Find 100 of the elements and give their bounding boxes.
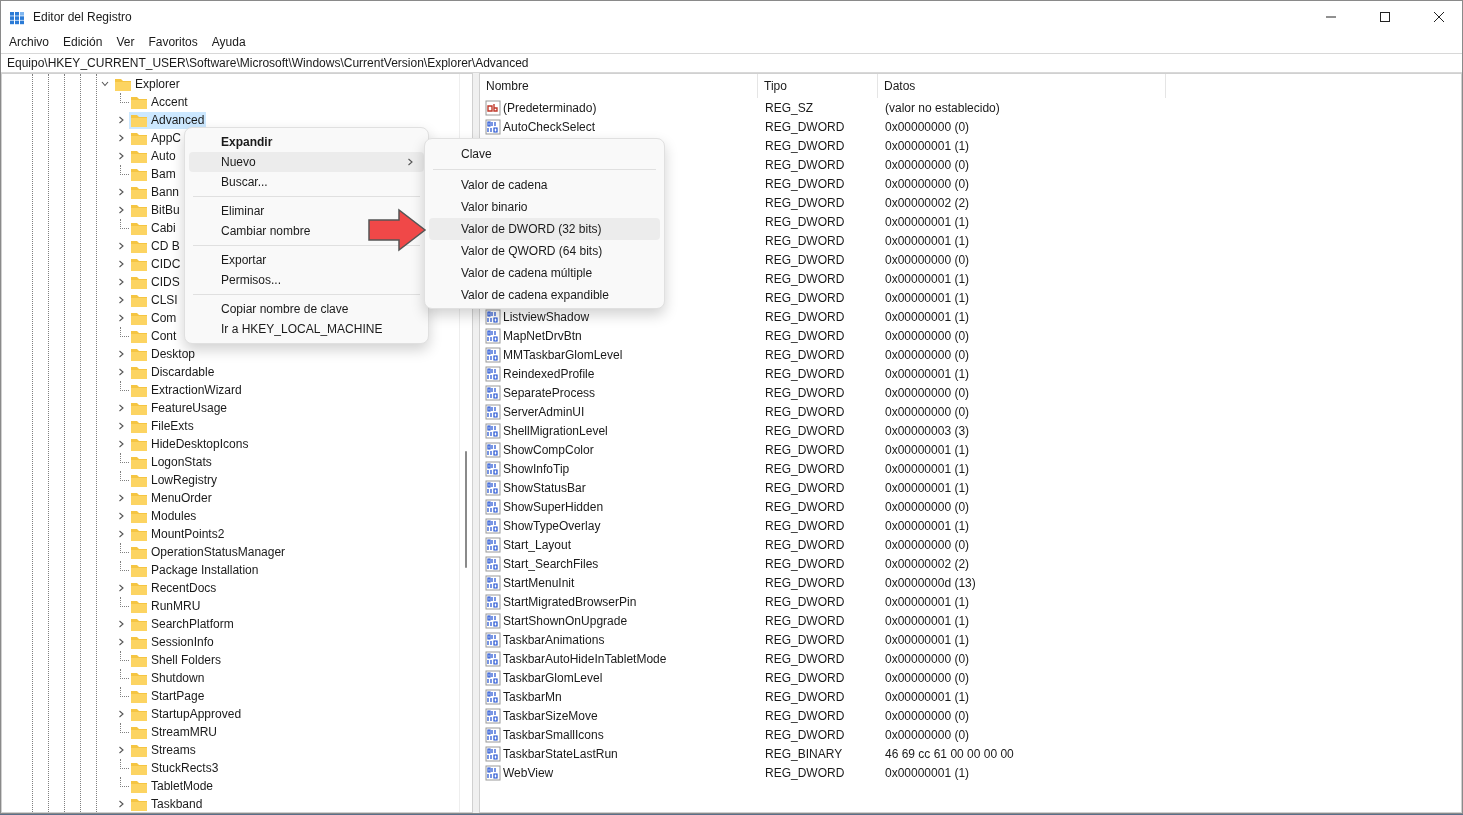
tree-item[interactable]: HideDesktopIcons [129, 435, 251, 453]
chevron-icon[interactable] [117, 746, 125, 754]
chevron-icon[interactable] [117, 134, 125, 142]
chevron-icon[interactable] [117, 710, 125, 718]
tree-item[interactable]: BitBu [129, 201, 182, 219]
tree-item[interactable]: CD B [129, 237, 182, 255]
menu-item[interactable]: Nuevo [189, 152, 424, 172]
tree-item[interactable]: CIDS [129, 273, 182, 291]
menu-item[interactable]: Permisos... [189, 270, 291, 290]
tree-item[interactable]: CLSI [129, 291, 180, 309]
tree-item[interactable]: LowRegistry [129, 471, 220, 489]
chevron-icon[interactable] [117, 800, 125, 808]
tree-item[interactable]: Explorer [113, 75, 182, 93]
folder-icon [131, 545, 147, 559]
folder-icon [131, 383, 147, 397]
chevron-icon[interactable] [117, 440, 125, 448]
value-name: Start_SearchFiles [503, 556, 599, 571]
menu-bar-item[interactable]: Archivo [9, 34, 49, 49]
tree-item[interactable]: SessionInfo [129, 633, 216, 651]
chevron-icon[interactable] [117, 314, 125, 322]
tree-item[interactable]: Shell Folders [129, 651, 224, 669]
chevron-icon[interactable] [117, 116, 125, 124]
tree-item[interactable]: StartupApproved [129, 705, 244, 723]
chevron-icon[interactable] [117, 296, 125, 304]
tree-item[interactable]: Package Installation [129, 561, 261, 579]
tree-item[interactable]: Cont [129, 327, 179, 345]
tree-item[interactable]: AppC [129, 129, 184, 147]
binary-value-icon [485, 384, 501, 401]
chevron-icon[interactable] [117, 368, 125, 376]
menu-item[interactable]: Clave [429, 143, 502, 165]
tree-item[interactable]: Streams [129, 741, 198, 759]
tree-item[interactable]: CIDC [129, 255, 183, 273]
menu-item[interactable]: Cambiar nombre [189, 221, 321, 241]
menu-item[interactable]: Valor de DWORD (32 bits) [429, 218, 660, 240]
menu-item[interactable]: Copiar nombre de clave [189, 299, 359, 319]
tree-item[interactable]: Advanced [129, 111, 207, 129]
tree-item[interactable]: SearchPlatform [129, 615, 236, 633]
chevron-icon[interactable] [117, 278, 125, 286]
tree-item[interactable]: Com [129, 309, 179, 327]
menu-item[interactable]: Eliminar [189, 201, 275, 221]
tree-item[interactable]: MenuOrder [129, 489, 214, 507]
menu-item[interactable]: Valor de cadena expandible [429, 284, 619, 306]
menu-bar-item[interactable]: Ver [116, 34, 135, 49]
tree-item[interactable]: StartPage [129, 687, 207, 705]
menu-item[interactable]: Valor de cadena [429, 174, 558, 196]
chevron-icon[interactable] [117, 512, 125, 520]
address-bar[interactable]: Equipo\HKEY_CURRENT_USER\Software\Microsoft\Windows\CurrentVersion\Explorer\Advanced [1, 53, 1462, 73]
tree-item[interactable]: Shutdown [129, 669, 207, 687]
tree-item[interactable]: Discardable [129, 363, 217, 381]
chevron-icon[interactable] [117, 584, 125, 592]
value-type: REG_DWORD [764, 727, 846, 742]
column-header[interactable]: Nombre [480, 74, 758, 98]
folder-icon [131, 203, 147, 217]
tree-item[interactable]: Accent [129, 93, 190, 111]
menu-bar-item[interactable]: Favoritos [148, 34, 198, 49]
column-header[interactable]: Tipo [758, 74, 878, 98]
tree-item[interactable]: FeatureUsage [129, 399, 230, 417]
chevron-icon[interactable] [117, 350, 125, 358]
menu-bar-item[interactable]: Edición [63, 34, 103, 49]
menu-item[interactable]: Exportar [189, 250, 277, 270]
tree-item[interactable]: Bam [129, 165, 178, 183]
chevron-icon[interactable] [117, 404, 125, 412]
tree-item[interactable]: MountPoints2 [129, 525, 227, 543]
menu-item[interactable]: Expandir [189, 132, 283, 152]
menu-item[interactable]: Valor binario [429, 196, 538, 218]
menu-item[interactable]: Valor de cadena múltiple [429, 262, 603, 284]
tree-item[interactable]: RecentDocs [129, 579, 219, 597]
menu-item[interactable]: Ir a HKEY_LOCAL_MACHINE [189, 319, 393, 339]
chevron-icon[interactable] [101, 80, 109, 88]
tree-item[interactable]: Auto [129, 147, 178, 165]
tree-item[interactable]: FileExts [129, 417, 196, 435]
menu-item[interactable]: Buscar... [189, 172, 278, 192]
tree-item[interactable]: StreamMRU [129, 723, 219, 741]
chevron-icon[interactable] [117, 638, 125, 646]
chevron-icon[interactable] [117, 206, 125, 214]
chevron-icon[interactable] [117, 422, 125, 430]
chevron-icon[interactable] [117, 152, 125, 160]
chevron-icon[interactable] [117, 188, 125, 196]
tree-item[interactable]: Cabi [129, 219, 178, 237]
chevron-icon[interactable] [406, 158, 414, 166]
tree-item[interactable]: Bann [129, 183, 182, 201]
tree-item[interactable]: OperationStatusManager [129, 543, 288, 561]
chevron-icon[interactable] [117, 494, 125, 502]
chevron-icon[interactable] [117, 620, 125, 628]
menu-item[interactable]: Valor de QWORD (64 bits) [429, 240, 613, 262]
tree-item[interactable]: ExtractionWizard [129, 381, 244, 399]
tree-item[interactable]: StuckRects3 [129, 759, 221, 777]
chevron-icon[interactable] [117, 530, 125, 538]
tree-item[interactable]: Modules [129, 507, 199, 525]
chevron-icon[interactable] [117, 242, 125, 250]
tree-item[interactable]: Desktop [129, 345, 198, 363]
value-data: 0x00000001 (1) [884, 309, 971, 324]
tree-item[interactable]: LogonStats [129, 453, 214, 471]
tree-item[interactable]: Taskband [129, 795, 205, 812]
column-header[interactable]: Datos [878, 74, 1166, 98]
chevron-icon[interactable] [117, 260, 125, 268]
menu-bar-item[interactable]: Ayuda [211, 34, 246, 49]
tree-item[interactable]: RunMRU [129, 597, 203, 615]
value-type: REG_DWORD [764, 575, 846, 590]
tree-item[interactable]: TabletMode [129, 777, 216, 795]
